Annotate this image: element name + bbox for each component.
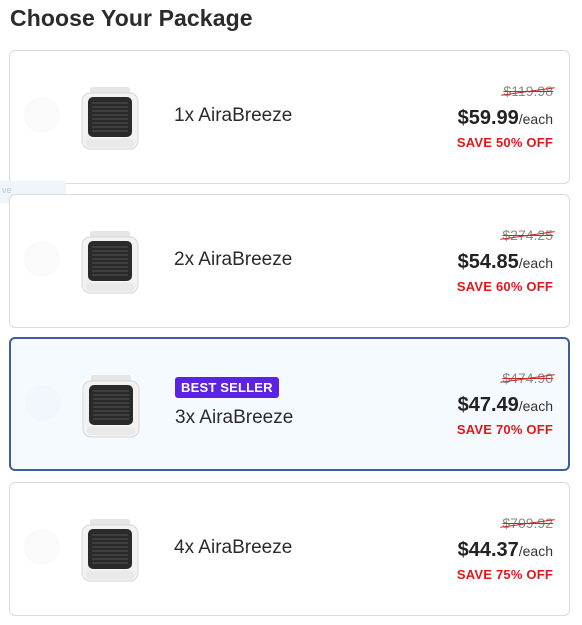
unit-price: $47.49 (457, 394, 519, 416)
price-block: $119.98 $59.99/each SAVE 50% OFF (393, 83, 553, 150)
package-name: 2x AiraBreeze (174, 249, 293, 270)
price-block: $274.25 $54.85/each SAVE 60% OFF (393, 227, 553, 294)
original-price: $119.98 (503, 83, 553, 99)
radio-placeholder (25, 385, 61, 421)
package-name: 3x AiraBreeze (175, 407, 294, 428)
per-unit-label: /each (518, 398, 553, 414)
package-name: 1x AiraBreeze (174, 105, 293, 126)
unit-price: $54.85 (457, 251, 519, 273)
per-unit-label: /each (518, 111, 553, 127)
product-image (81, 87, 139, 150)
radio-placeholder (24, 241, 60, 277)
product-image (81, 231, 139, 294)
unit-price: $59.99 (457, 107, 519, 129)
package-card-2[interactable]: 2x AiraBreeze $274.25 $54.85/each SAVE 6… (9, 194, 570, 328)
radio-placeholder (24, 529, 60, 565)
package-name: 4x AiraBreeze (174, 537, 293, 558)
per-unit-label: /each (518, 543, 553, 559)
price-block: $474.90 $47.49/each SAVE 70% OFF (393, 370, 553, 437)
product-image (82, 375, 140, 438)
package-card-3[interactable]: BEST SELLER 3x AiraBreeze $474.90 $47.49… (9, 337, 570, 471)
discount-label: SAVE 60% OFF (456, 279, 553, 294)
price-block: $709.92 $44.37/each SAVE 75% OFF (393, 515, 553, 582)
page-title: Choose Your Package (10, 5, 253, 31)
unit-price: $44.37 (457, 539, 519, 561)
original-price: $274.25 (502, 227, 553, 243)
product-image (81, 519, 139, 582)
original-price: $474.90 (502, 370, 553, 386)
per-unit-label: /each (518, 255, 553, 271)
discount-label: SAVE 75% OFF (456, 567, 553, 582)
discount-label: SAVE 70% OFF (456, 422, 553, 437)
radio-placeholder (24, 97, 60, 133)
best-seller-badge: BEST SELLER (175, 377, 279, 398)
package-card-1[interactable]: 1x AiraBreeze $119.98 $59.99/each SAVE 5… (9, 50, 570, 184)
package-card-4[interactable]: 4x AiraBreeze $709.92 $44.37/each SAVE 7… (9, 482, 570, 616)
discount-label: SAVE 50% OFF (456, 135, 553, 150)
original-price: $709.92 (502, 515, 553, 531)
